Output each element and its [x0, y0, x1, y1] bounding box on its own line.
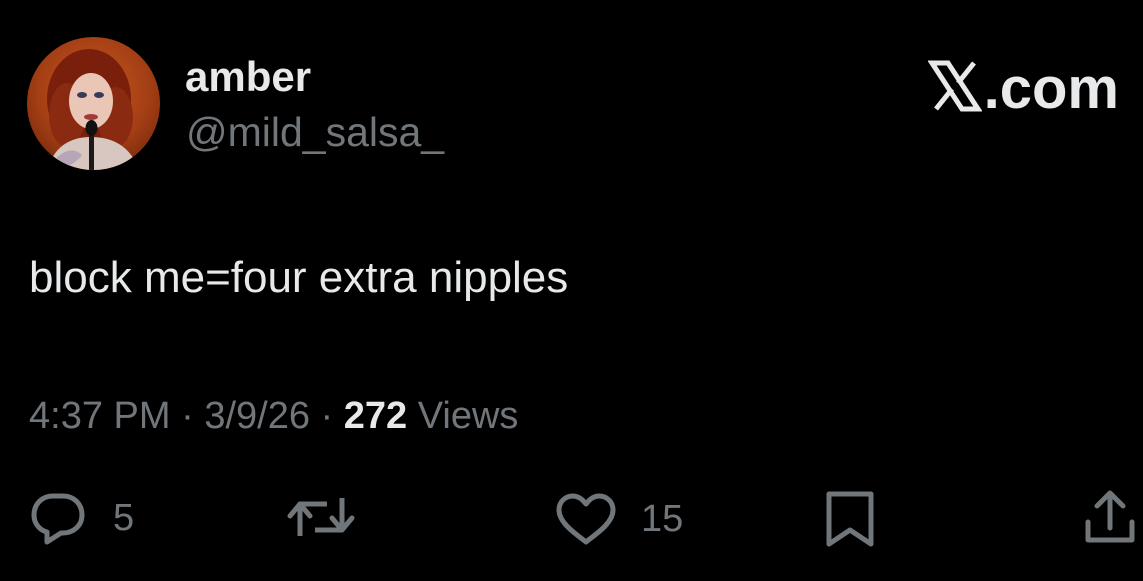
heart-icon: [556, 493, 616, 545]
avatar-photo: [27, 37, 160, 170]
repost-icon: [287, 498, 355, 536]
tweet-date[interactable]: 3/9/26: [204, 395, 310, 437]
avatar[interactable]: [27, 37, 160, 170]
brand-label: .com: [983, 56, 1119, 121]
brand-watermark: .com: [927, 56, 1119, 121]
x-logo-icon: [927, 59, 983, 113]
reply-icon: [31, 493, 85, 545]
like-count: 15: [641, 498, 684, 540]
repost-button[interactable]: [287, 492, 355, 542]
like-button[interactable]: 15: [555, 492, 683, 546]
meta-separator: ·: [309, 395, 344, 437]
views-count: 272: [343, 395, 408, 437]
bookmark-icon: [826, 491, 874, 547]
bookmark-button[interactable]: [823, 490, 877, 548]
display-name[interactable]: amber: [185, 52, 311, 102]
meta-separator: ·: [170, 395, 205, 437]
reply-button[interactable]: 5: [29, 490, 134, 546]
tweet-card: amber @mild_salsa_ .com block me=four ex…: [0, 0, 1143, 581]
tweet-time[interactable]: 4:37 PM: [29, 395, 171, 437]
share-icon: [1085, 490, 1135, 543]
tweet-meta: 4:37 PM · 3/9/26 · 272 Views: [29, 391, 518, 441]
views-label: Views: [407, 395, 519, 437]
user-handle[interactable]: @mild_salsa_: [186, 107, 444, 157]
tweet-text: block me=four extra nipples: [29, 253, 569, 302]
share-button[interactable]: [1083, 488, 1137, 546]
action-bar: 5 15: [0, 486, 1143, 550]
reply-count: 5: [113, 497, 135, 539]
